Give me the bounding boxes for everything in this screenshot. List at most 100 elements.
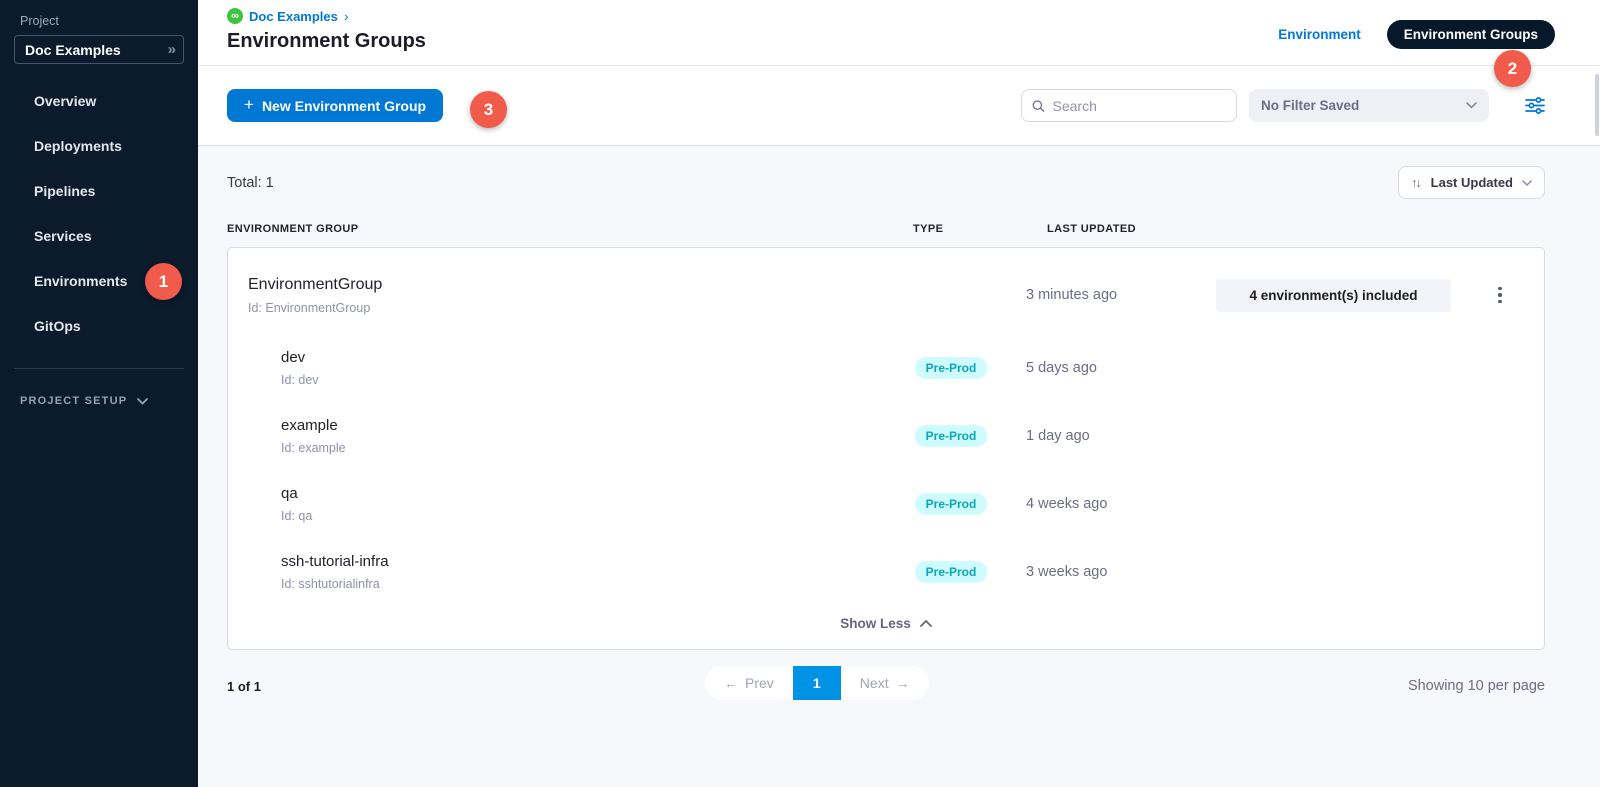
- group-name-cell: EnvironmentGroup Id: EnvironmentGroup: [248, 276, 876, 315]
- project-label: Project: [20, 14, 198, 28]
- tab-environment[interactable]: Environment: [1278, 27, 1361, 42]
- sidebar-item-project-setup[interactable]: PROJECT SETUP: [20, 395, 198, 407]
- environment-name: dev: [281, 349, 876, 366]
- environment-type-cell: Pre-Prod: [876, 357, 1026, 379]
- view-toggle: Environment Environment Groups: [1278, 20, 1555, 49]
- new-environment-group-label: New Environment Group: [262, 98, 426, 114]
- total-count: Total: 1: [227, 175, 274, 191]
- main-panel: ∞ Doc Examples › Environment Groups Envi…: [198, 0, 1600, 787]
- environment-type-cell: Pre-Prod: [876, 425, 1026, 447]
- more-options-icon[interactable]: [1494, 283, 1506, 308]
- sidebar-nav-item-label: GitOps: [34, 318, 81, 334]
- environment-last-updated: 5 days ago: [1026, 360, 1216, 376]
- prev-label: Prev: [745, 675, 774, 691]
- double-chevron-right-icon[interactable]: »: [168, 41, 173, 58]
- step-badge-2: 2: [1494, 50, 1531, 87]
- environment-row[interactable]: example Id: example Pre-Prod 1 day ago: [248, 402, 1524, 470]
- page-header: ∞ Doc Examples › Environment Groups Envi…: [198, 0, 1600, 66]
- cd-module-icon: ∞: [227, 8, 243, 24]
- chevron-down-icon: [1466, 102, 1477, 109]
- environment-name: qa: [281, 485, 876, 502]
- sidebar-nav-item-label: Deployments: [34, 138, 122, 154]
- environments-included-button[interactable]: 4 environment(s) included: [1216, 279, 1451, 312]
- environment-name-cell: dev Id: dev: [248, 349, 876, 387]
- saved-filter-dropdown[interactable]: No Filter Saved: [1249, 89, 1489, 122]
- sort-dropdown[interactable]: ↑↓ Last Updated: [1398, 166, 1545, 199]
- arrow-left-icon: ←: [724, 675, 738, 691]
- environment-name-cell: qa Id: qa: [248, 485, 876, 523]
- content-area: Total: 1 ↑↓ Last Updated ENVIRONMENT GRO…: [198, 146, 1600, 787]
- project-selector[interactable]: Doc Examples »: [14, 35, 184, 64]
- sidebar-nav-item[interactable]: Services: [0, 213, 198, 258]
- sidebar-divider: [14, 368, 184, 369]
- environment-id: Id: sshtutorialinfra: [281, 577, 876, 591]
- environment-group-row[interactable]: EnvironmentGroup Id: EnvironmentGroup 3 …: [248, 256, 1524, 334]
- chevron-down-icon: [1522, 180, 1532, 186]
- sidebar-nav: Overview Deployments Pipelines Services …: [0, 78, 198, 348]
- plus-icon: +: [244, 95, 254, 115]
- environment-last-updated: 4 weeks ago: [1026, 496, 1216, 512]
- prev-page-button[interactable]: ← Prev: [705, 666, 793, 700]
- toolbar-right: No Filter Saved: [1021, 89, 1545, 122]
- search-icon: [1032, 99, 1045, 113]
- project-name: Doc Examples: [25, 42, 121, 58]
- sidebar-nav-item[interactable]: Overview: [0, 78, 198, 123]
- environment-type-badge: Pre-Prod: [915, 357, 988, 379]
- pager: ← Prev 1 Next →: [705, 666, 929, 700]
- step-badge-1: 1: [145, 263, 182, 300]
- arrow-right-icon: →: [896, 675, 910, 691]
- new-environment-group-button[interactable]: + New Environment Group: [227, 89, 443, 122]
- breadcrumb-project-link[interactable]: Doc Examples: [249, 9, 338, 24]
- environment-name: ssh-tutorial-infra: [281, 553, 876, 570]
- chevron-down-icon: [137, 398, 148, 405]
- tab-environment-groups[interactable]: Environment Groups: [1387, 20, 1555, 49]
- page-header-left: ∞ Doc Examples › Environment Groups: [227, 8, 426, 53]
- search-box: [1021, 89, 1237, 122]
- sidebar-nav-item[interactable]: Pipelines: [0, 168, 198, 213]
- per-page-info: Showing 10 per page: [1408, 678, 1545, 694]
- next-page-button[interactable]: Next →: [841, 666, 929, 700]
- environment-id: Id: dev: [281, 373, 876, 387]
- column-environment-group: ENVIRONMENT GROUP: [227, 223, 913, 235]
- scrollbar[interactable]: [1595, 74, 1599, 136]
- group-name: EnvironmentGroup: [248, 276, 876, 294]
- breadcrumb-separator-icon: ›: [344, 8, 349, 24]
- page-title: Environment Groups: [227, 30, 426, 53]
- step-badge-3: 3: [470, 91, 507, 128]
- environment-last-updated: 3 weeks ago: [1026, 564, 1216, 580]
- environment-row[interactable]: ssh-tutorial-infra Id: sshtutorialinfra …: [248, 538, 1524, 606]
- sidebar: Project Doc Examples » Overview Deployme…: [0, 0, 198, 787]
- table-header-row: ENVIRONMENT GROUP TYPE LAST UPDATED: [227, 205, 1545, 247]
- group-id: Id: EnvironmentGroup: [248, 301, 876, 315]
- filter-sliders-icon: [1525, 97, 1545, 114]
- list-summary-bar: Total: 1 ↑↓ Last Updated: [227, 146, 1545, 205]
- saved-filter-value: No Filter Saved: [1261, 98, 1359, 113]
- environment-last-updated: 1 day ago: [1026, 428, 1216, 444]
- environment-groups-page: Project Doc Examples » Overview Deployme…: [0, 0, 1600, 787]
- environment-type-cell: Pre-Prod: [876, 493, 1026, 515]
- sidebar-nav-item-label: Pipelines: [34, 183, 95, 199]
- environment-group-card: EnvironmentGroup Id: EnvironmentGroup 3 …: [227, 247, 1545, 650]
- environment-id: Id: example: [281, 441, 876, 455]
- breadcrumb: ∞ Doc Examples ›: [227, 8, 426, 24]
- sidebar-nav-item-label: Services: [34, 228, 92, 244]
- environment-name: example: [281, 417, 876, 434]
- environment-type-badge: Pre-Prod: [915, 425, 988, 447]
- environment-row[interactable]: dev Id: dev Pre-Prod 5 days ago: [248, 334, 1524, 402]
- environment-row[interactable]: qa Id: qa Pre-Prod 4 weeks ago: [248, 470, 1524, 538]
- chevron-up-icon: [920, 620, 932, 627]
- search-input[interactable]: [1053, 98, 1226, 114]
- group-last-updated: 3 minutes ago: [1026, 287, 1216, 303]
- column-type: TYPE: [913, 223, 1047, 235]
- current-page-button[interactable]: 1: [793, 666, 841, 700]
- pagination-bar: 1 of 1 ← Prev 1 Next → Showing 10 per pa…: [227, 666, 1545, 706]
- sidebar-nav-item[interactable]: Deployments: [0, 123, 198, 168]
- next-label: Next: [860, 675, 889, 691]
- environment-type-badge: Pre-Prod: [915, 493, 988, 515]
- sidebar-nav-item[interactable]: GitOps: [0, 303, 198, 348]
- filter-sliders-button[interactable]: [1525, 97, 1545, 114]
- environment-type-badge: Pre-Prod: [915, 561, 988, 583]
- environment-name-cell: example Id: example: [248, 417, 876, 455]
- sidebar-nav-item-label: Environments: [34, 273, 127, 289]
- show-less-button[interactable]: Show Less: [248, 606, 1524, 645]
